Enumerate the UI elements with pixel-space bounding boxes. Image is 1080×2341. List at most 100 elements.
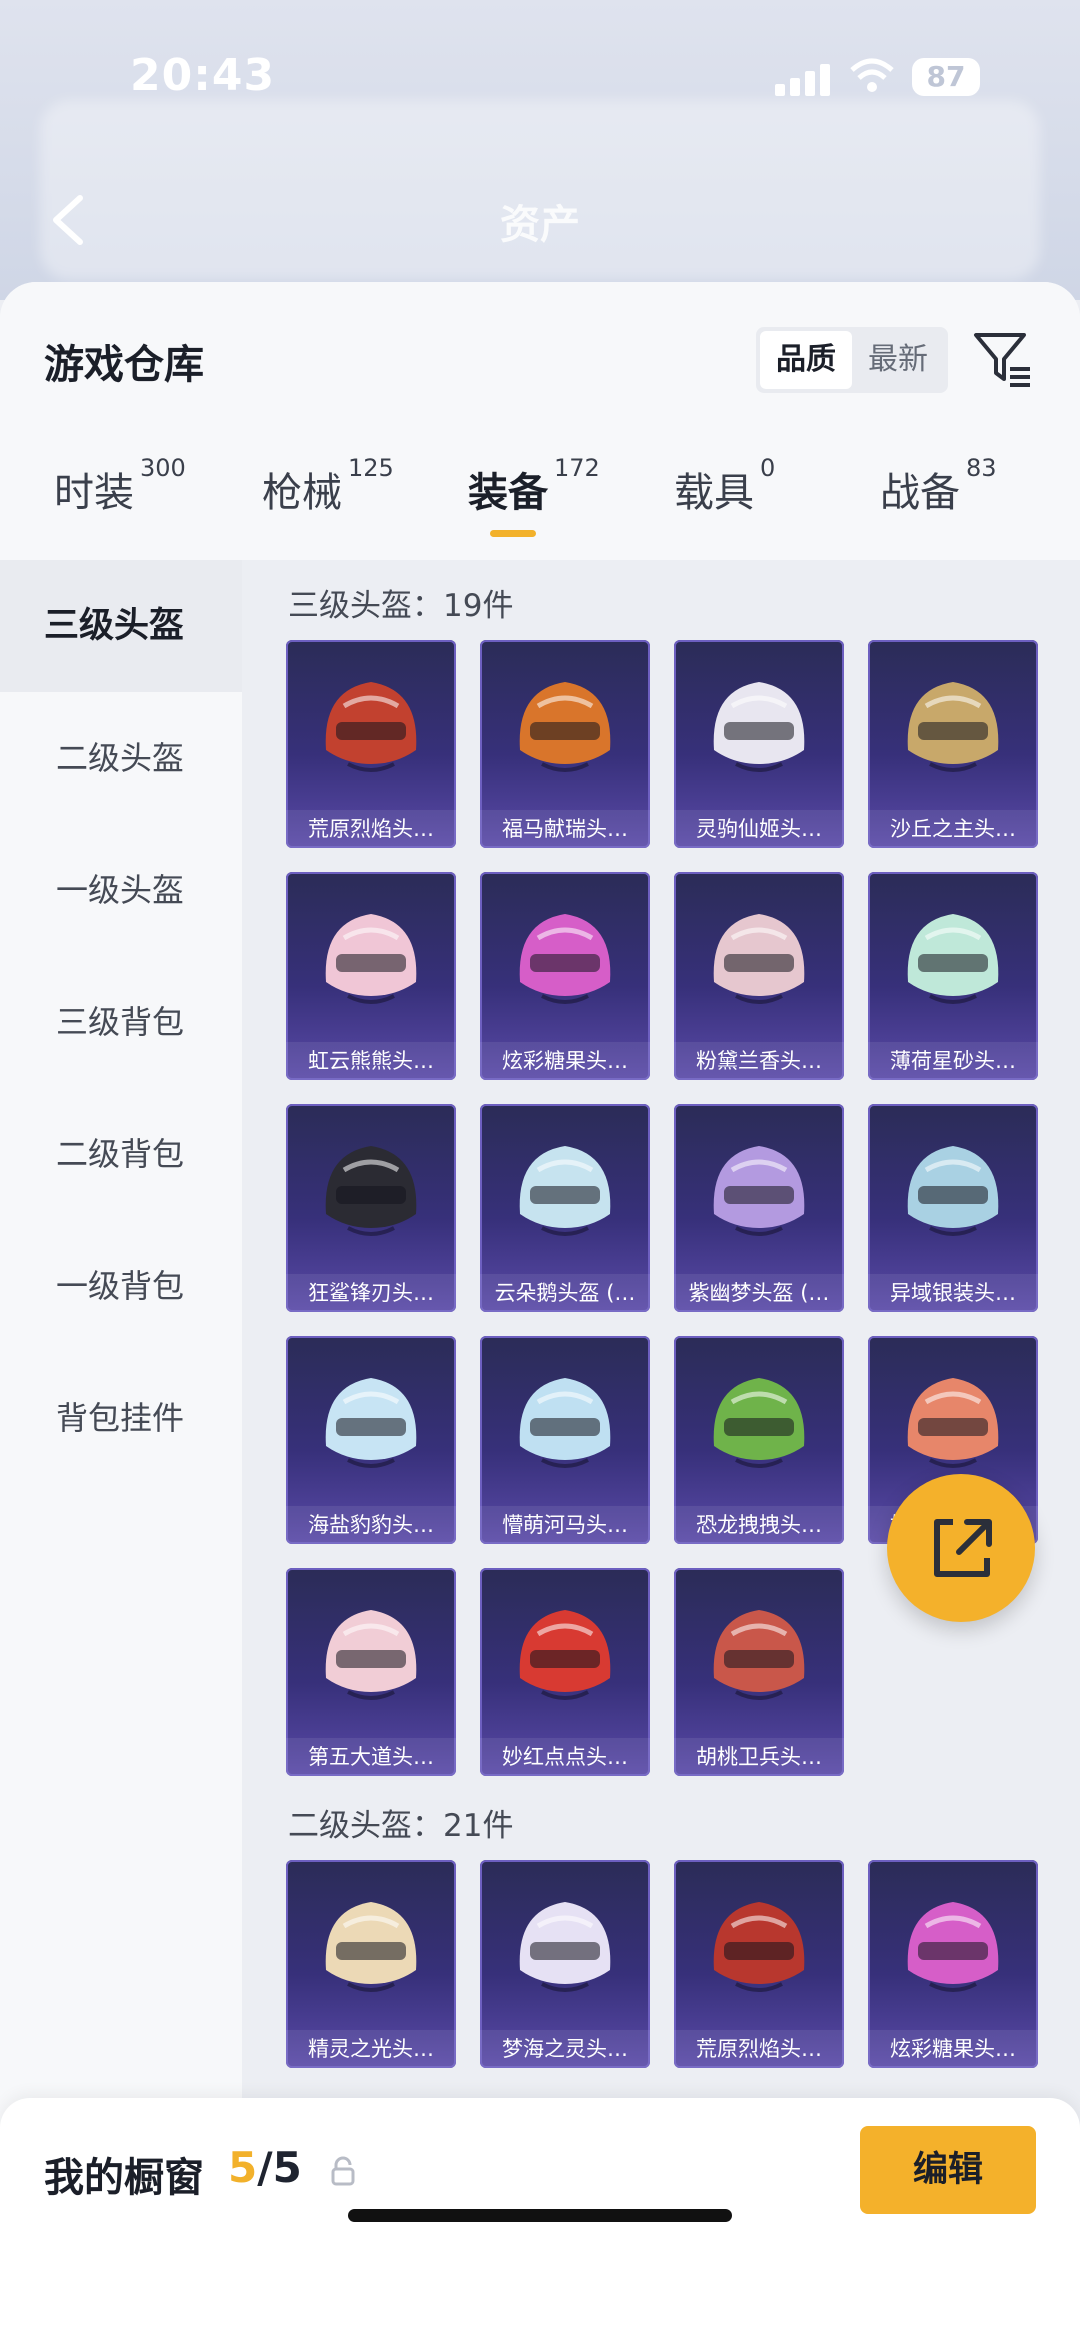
item-card[interactable]: 炫彩糖果头… — [868, 1860, 1038, 2068]
signal-icon — [775, 62, 833, 96]
helmet-icon — [325, 682, 417, 772]
helmet-icon — [325, 1146, 417, 1236]
item-card-label: 懵萌河马头… — [480, 1506, 650, 1544]
helmet-icon — [519, 682, 611, 772]
section-title-level3: 三级头盔：19件 — [288, 588, 514, 624]
edit-button[interactable]: 编辑 — [860, 2126, 1036, 2214]
warehouse-title: 游戏仓库 — [44, 342, 204, 388]
status-time: 20:43 — [130, 50, 276, 101]
item-card[interactable]: 沙丘之主头… — [868, 640, 1038, 848]
share-icon — [934, 1519, 992, 1577]
item-card[interactable]: 虹云熊熊头… — [286, 872, 456, 1080]
sort-newest-button[interactable]: 最新 — [852, 331, 944, 389]
tab-supplies[interactable]: 战备83 — [880, 454, 997, 518]
item-card-label: 海盐豹豹头… — [286, 1506, 456, 1544]
helmet-icon — [713, 1902, 805, 1992]
sort-quality-button[interactable]: 品质 — [760, 331, 852, 389]
sidebar-item-level3-helmet[interactable]: 三级头盔 — [0, 560, 242, 692]
item-card[interactable]: 狂鲨锋刃头… — [286, 1104, 456, 1312]
item-card[interactable]: 荒原烈焰头… — [286, 640, 456, 848]
tab-vehicles[interactable]: 载具0 — [674, 454, 775, 518]
item-card[interactable]: 薄荷星砂头… — [868, 872, 1038, 1080]
sidebar-item-level3-backpack[interactable]: 三级背包 — [0, 956, 242, 1088]
item-card[interactable]: 福马献瑞头… — [480, 640, 650, 848]
item-card-label: 荒原烈焰头… — [674, 2030, 844, 2068]
item-card[interactable]: 梦海之灵头… — [480, 1860, 650, 2068]
item-card[interactable]: 第五大道头… — [286, 1568, 456, 1776]
home-indicator — [348, 2209, 732, 2222]
lock-icon — [331, 2156, 355, 2186]
helmet-icon — [325, 1378, 417, 1468]
item-card[interactable]: 云朵鹅头盔 (… — [480, 1104, 650, 1312]
sidebar-item-level2-backpack[interactable]: 二级背包 — [0, 1088, 242, 1220]
tab-fashion[interactable]: 时装300 — [54, 454, 186, 518]
showcase-label: 我的橱窗 — [44, 2155, 204, 2201]
item-card[interactable]: 粉黛兰香头… — [674, 872, 844, 1080]
warehouse-header: 游戏仓库 品质 最新 时装300 枪械125 装备172 载具0 战备83 — [0, 282, 1080, 562]
item-card[interactable]: 异域银装头… — [868, 1104, 1038, 1312]
item-grid-area: 三级头盔：19件 荒原烈焰头… 福马献瑞头… 灵驹仙姬头… 沙丘之主头… 虹云熊熊头… 炫… — [242, 560, 1080, 2341]
item-card-label: 梦海之灵头… — [480, 2030, 650, 2068]
helmet-icon — [907, 1902, 999, 1992]
helmet-icon — [325, 1610, 417, 1700]
share-button[interactable] — [887, 1474, 1035, 1622]
item-card[interactable]: 精灵之光头… — [286, 1860, 456, 2068]
helmet-icon — [519, 1378, 611, 1468]
item-card-label: 云朵鹅头盔 (… — [480, 1274, 650, 1312]
sidebar-item-level1-backpack[interactable]: 一级背包 — [0, 1220, 242, 1352]
item-card-label: 沙丘之主头… — [868, 810, 1038, 848]
nav-title: 资产 — [500, 202, 580, 248]
item-card-label: 狂鲨锋刃头… — [286, 1274, 456, 1312]
helmet-icon — [325, 1902, 417, 1992]
helmet-icon — [713, 1146, 805, 1236]
helmet-icon — [713, 914, 805, 1004]
warehouse-sheet: 游戏仓库 品质 最新 时装300 枪械125 装备172 载具0 战备83 三级… — [0, 282, 1080, 2341]
helmet-icon — [713, 682, 805, 772]
item-card[interactable]: 懵萌河马头… — [480, 1336, 650, 1544]
category-tabs: 时装300 枪械125 装备172 载具0 战备83 — [0, 454, 1080, 560]
active-tab-indicator — [490, 530, 536, 537]
item-card[interactable]: 胡桃卫兵头… — [674, 1568, 844, 1776]
item-card[interactable]: 妙红点点头… — [480, 1568, 650, 1776]
helmet-icon — [907, 914, 999, 1004]
battery-indicator: 87 — [912, 58, 980, 96]
item-card-label: 炫彩糖果头… — [480, 1042, 650, 1080]
item-card[interactable]: 紫幽梦头盔 (… — [674, 1104, 844, 1312]
item-card-label: 福马献瑞头… — [480, 810, 650, 848]
tab-equipment[interactable]: 装备172 — [468, 454, 600, 537]
filter-icon[interactable] — [970, 327, 1034, 391]
item-card-label: 精灵之光头… — [286, 2030, 456, 2068]
helmet-icon — [907, 1146, 999, 1236]
helmet-icon — [713, 1610, 805, 1700]
nav-bar: 资产 — [0, 180, 1080, 270]
item-card-label: 虹云熊熊头… — [286, 1042, 456, 1080]
item-card-label: 紫幽梦头盔 (… — [674, 1274, 844, 1312]
helmet-icon — [713, 1378, 805, 1468]
item-card[interactable]: 灵驹仙姬头… — [674, 640, 844, 848]
tab-guns[interactable]: 枪械125 — [262, 454, 394, 518]
item-card-label: 灵驹仙姬头… — [674, 810, 844, 848]
showcase-count: 5/5 — [228, 2143, 302, 2192]
item-card[interactable]: 炫彩糖果头… — [480, 872, 650, 1080]
status-bar: 20:43 87 — [0, 40, 1080, 120]
wifi-icon — [850, 58, 894, 92]
item-card-label: 妙红点点头… — [480, 1738, 650, 1776]
helmet-icon — [325, 914, 417, 1004]
item-card-label: 荒原烈焰头… — [286, 810, 456, 848]
item-card[interactable]: 荒原烈焰头… — [674, 1860, 844, 2068]
item-card-label: 炫彩糖果头… — [868, 2030, 1038, 2068]
helmet-icon — [519, 914, 611, 1004]
item-card[interactable]: 海盐豹豹头… — [286, 1336, 456, 1544]
item-card-label: 第五大道头… — [286, 1738, 456, 1776]
helmet-icon — [519, 1146, 611, 1236]
item-card-label: 粉黛兰香头… — [674, 1042, 844, 1080]
item-card-label: 薄荷星砂头… — [868, 1042, 1038, 1080]
item-card[interactable]: 恐龙拽拽头… — [674, 1336, 844, 1544]
item-card-label: 胡桃卫兵头… — [674, 1738, 844, 1776]
subcategory-sidebar: 三级头盔 二级头盔 一级头盔 三级背包 二级背包 一级背包 背包挂件 — [0, 560, 242, 2341]
helmet-icon — [519, 1610, 611, 1700]
helmet-icon — [907, 682, 999, 772]
sidebar-item-backpack-charm[interactable]: 背包挂件 — [0, 1352, 242, 1484]
sidebar-item-level2-helmet[interactable]: 二级头盔 — [0, 692, 242, 824]
sidebar-item-level1-helmet[interactable]: 一级头盔 — [0, 824, 242, 956]
